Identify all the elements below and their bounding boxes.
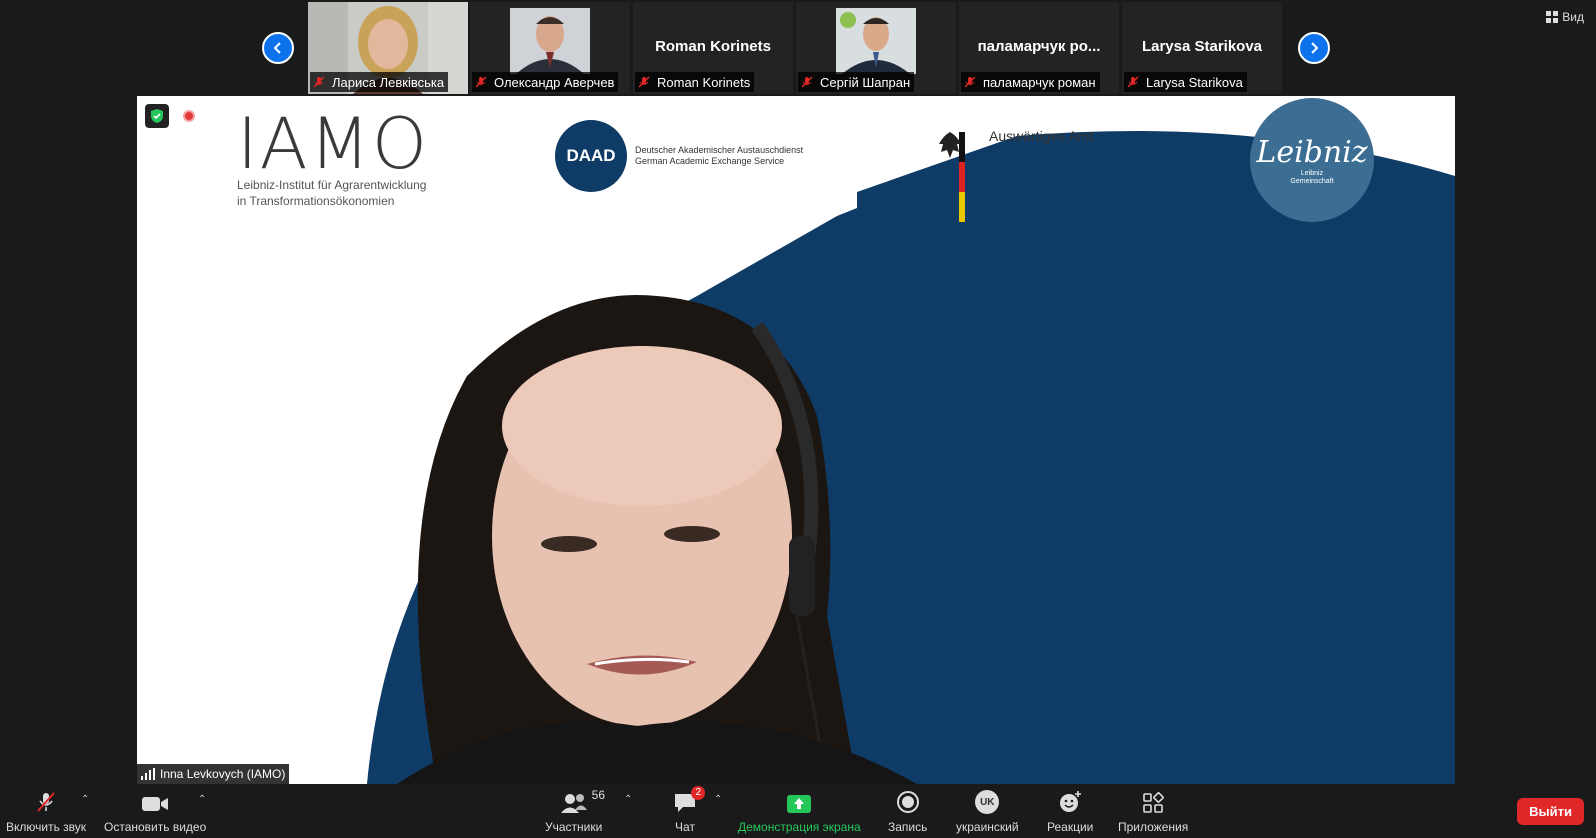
participant-tile[interactable]: Larysa Starikova Larysa Starikova <box>1122 2 1282 94</box>
participant-display-name: паламарчук ро... <box>977 38 1101 55</box>
stop-video-button[interactable]: Остановить видео <box>104 790 206 834</box>
smiley-plus-icon <box>1060 791 1082 812</box>
video-camera-icon <box>142 797 169 811</box>
participant-tile[interactable]: Лариса Левківська <box>308 2 468 94</box>
previous-page-button[interactable] <box>262 32 294 64</box>
apps-icon <box>1143 792 1164 813</box>
participants-button[interactable]: 56 Участники <box>545 788 605 834</box>
participant-display-name: Roman Korinets <box>655 38 771 55</box>
participant-name-label: Лариса Левківська <box>310 72 449 92</box>
participant-name-label: Larysa Starikova <box>1124 72 1247 92</box>
eagle-icon <box>939 132 961 158</box>
auswaertiges-amt-logo: Auswärtiges Amt <box>933 128 1093 162</box>
next-page-button[interactable] <box>1298 32 1330 64</box>
speaker-name-label: Inna Levkovych (IAMO) <box>137 764 290 784</box>
participant-name-label: Олександр Аверчев <box>472 72 619 92</box>
participant-tile[interactable]: Roman Korinets Roman Korinets <box>633 2 793 94</box>
meeting-toolbar: Включить звук ⌃ Остановить видео ⌃ 56 Уч… <box>0 784 1596 838</box>
record-icon <box>896 791 919 813</box>
chevron-left-icon <box>273 42 281 54</box>
participants-icon <box>560 794 587 813</box>
unmute-button[interactable]: Включить звук <box>6 790 86 834</box>
security-shield-icon[interactable] <box>145 104 169 128</box>
participant-name-label: Сергій Шапран <box>798 72 915 92</box>
video-options-caret-icon[interactable]: ⌃ <box>198 794 206 805</box>
share-screen-icon <box>787 795 812 813</box>
chat-options-caret-icon[interactable]: ⌃ <box>714 794 722 805</box>
participants-options-caret-icon[interactable]: ⌃ <box>624 794 632 805</box>
chevron-right-icon <box>1311 42 1319 54</box>
signal-strength-icon <box>141 768 155 780</box>
muted-mic-icon <box>475 76 487 88</box>
muted-microphone-icon <box>37 792 55 812</box>
share-screen-button[interactable]: Демонстрация экрана <box>738 790 861 834</box>
participant-tile[interactable]: Олександр Аверчев <box>470 2 630 94</box>
recording-indicator-icon <box>183 110 195 122</box>
daad-logo: DAAD Deutscher Akademischer Austauschdie… <box>555 120 803 192</box>
muted-mic-icon <box>801 76 813 88</box>
participant-tile[interactable]: Сергій Шапран <box>796 2 956 94</box>
record-button[interactable]: Запись <box>888 790 927 834</box>
chat-button[interactable]: 2 Чат <box>673 786 705 834</box>
participant-name-label: паламарчук роман <box>961 72 1100 92</box>
leave-meeting-button[interactable]: Выйти <box>1517 798 1584 825</box>
muted-mic-icon <box>313 76 325 88</box>
audio-options-caret-icon[interactable]: ⌃ <box>81 794 89 805</box>
active-speaker-video: IAMO Leibniz-Institut für Agrarentwicklu… <box>137 96 1455 784</box>
language-globe-icon: UK <box>975 790 1000 814</box>
participant-tile[interactable]: паламарчук ро... паламарчук роман <box>959 2 1119 94</box>
participant-video <box>836 8 916 74</box>
grid-view-icon <box>1546 11 1559 23</box>
participant-name-label: Roman Korinets <box>635 72 755 92</box>
leibniz-logo: Leibniz Leibniz Gemeinschaft <box>1250 98 1374 222</box>
muted-mic-icon <box>638 76 650 88</box>
muted-mic-icon <box>964 76 976 88</box>
reactions-button[interactable]: Реакции <box>1047 790 1093 834</box>
view-button[interactable]: Вид <box>1546 10 1584 24</box>
interpretation-language-button[interactable]: UK украинский <box>956 790 1019 834</box>
participant-strip: Лариса Левківська Олександр Аверчев Roma… <box>0 0 1596 96</box>
iamo-logo: IAMO Leibniz-Institut für Agrarentwicklu… <box>237 103 430 208</box>
participant-display-name: Larysa Starikova <box>1141 38 1263 55</box>
participant-video <box>510 8 590 74</box>
chat-unread-badge: 2 <box>691 786 705 800</box>
muted-mic-icon <box>1127 76 1139 88</box>
apps-button[interactable]: Приложения <box>1118 790 1188 834</box>
